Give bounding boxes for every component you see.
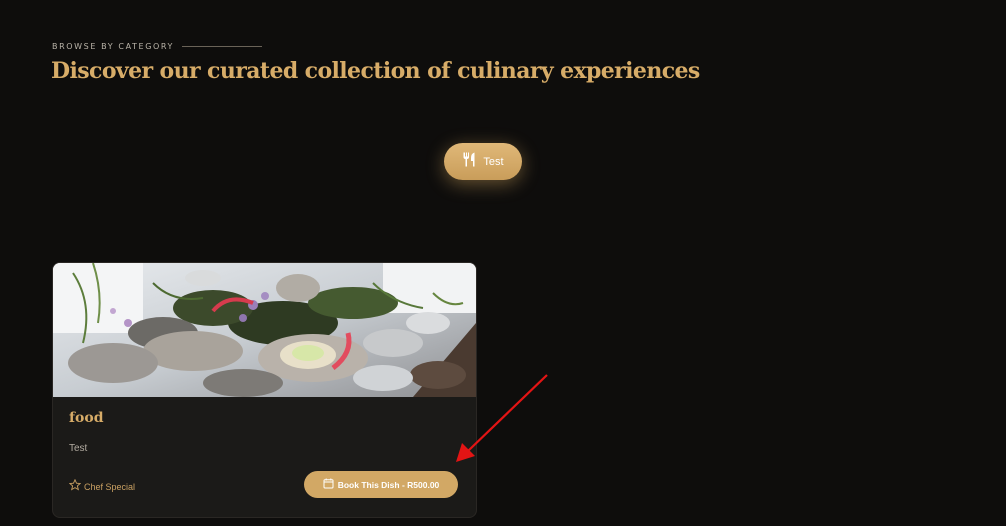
dish-description: Test	[69, 443, 88, 454]
chef-special-label: Chef Special	[84, 482, 136, 492]
category-pill-test[interactable]: Test	[444, 143, 522, 180]
star-icon	[68, 478, 82, 496]
chef-special-badge: Chef Special	[68, 478, 136, 496]
category-pill-label: Test	[483, 155, 504, 168]
section-eyebrow: BROWSE BY CATEGORY	[52, 42, 263, 51]
dish-title: food	[69, 410, 104, 426]
page: BROWSE BY CATEGORY Discover our curated …	[0, 0, 1006, 526]
dish-card: food Test Chef Special Book This Dish - …	[52, 262, 477, 518]
eyebrow-label: BROWSE BY CATEGORY	[52, 42, 175, 51]
eyebrow-divider	[182, 46, 263, 47]
book-dish-label: Book This Dish - R500.00	[337, 479, 440, 490]
section-heading: Discover our curated collection of culin…	[51, 58, 700, 84]
dish-image	[53, 263, 476, 397]
book-dish-button[interactable]: Book This Dish - R500.00	[304, 471, 458, 498]
utensils-icon	[462, 152, 476, 172]
calendar-icon	[323, 476, 334, 494]
